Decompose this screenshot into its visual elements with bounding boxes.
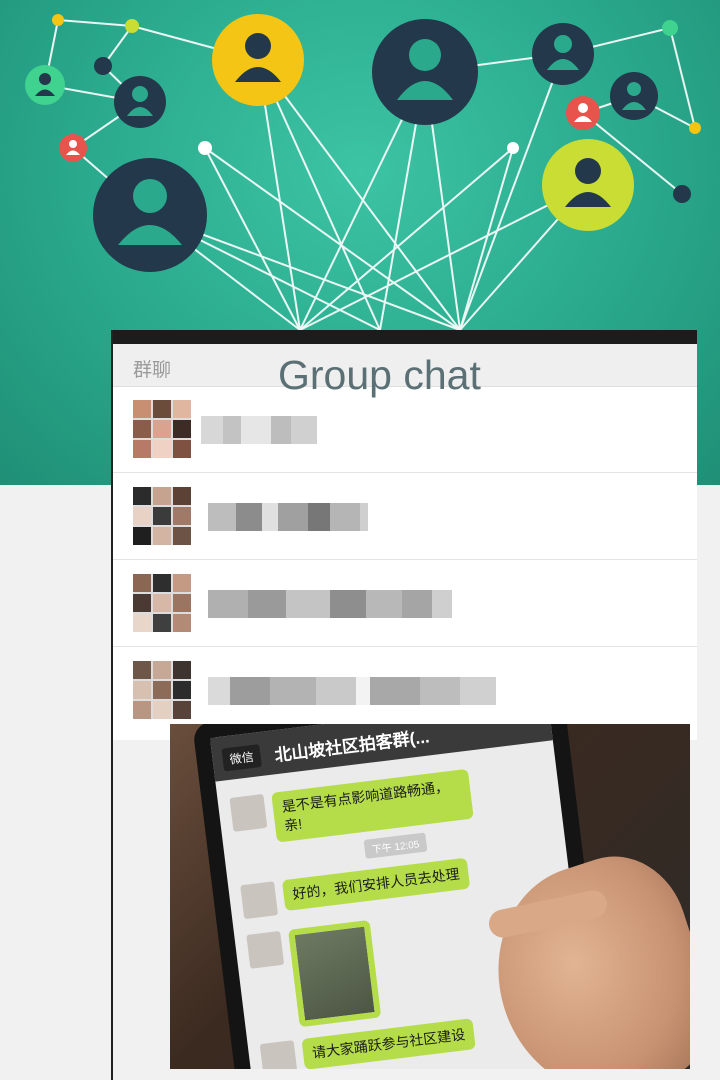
user-node-large-navy	[93, 158, 207, 272]
image-message	[287, 919, 382, 1028]
group-row[interactable]	[113, 647, 697, 733]
chat-name: 北山坡社区拍客群(...	[273, 727, 431, 766]
group-avatar	[133, 574, 191, 632]
message-row	[246, 919, 382, 1032]
user-node-yellow	[212, 14, 304, 106]
user-node-center-navy	[372, 19, 478, 125]
blurred-group-name	[208, 677, 496, 705]
user-node-small-navy	[114, 76, 166, 128]
avatar	[246, 930, 285, 969]
phone-photo: 微信 北山坡社区拍客群(... 是不是有点影响道路畅通，亲! 下午 12:05 …	[170, 724, 690, 1069]
timestamp: 下午 12:05	[363, 832, 428, 859]
user-node-navy-right	[532, 23, 594, 85]
avatar	[229, 793, 268, 832]
avatar	[259, 1040, 298, 1069]
group-row[interactable]	[113, 473, 697, 560]
group-avatar	[133, 661, 191, 719]
status-bar	[113, 330, 697, 344]
back-button[interactable]: 微信	[221, 744, 262, 772]
user-node-navy-far-right	[610, 72, 658, 120]
blurred-group-name	[208, 503, 368, 531]
group-row[interactable]	[113, 560, 697, 647]
group-chat-title: Group chat	[278, 352, 481, 398]
group-row[interactable]	[113, 386, 697, 473]
message-bubble: 是不是有点影响道路畅通，亲!	[271, 768, 474, 843]
message-bubble: 请大家踊跃参与社区建设	[301, 1018, 476, 1069]
avatar	[240, 881, 279, 920]
group-avatar	[133, 400, 191, 458]
blurred-group-name	[201, 416, 317, 444]
header-label: 群聊	[133, 360, 172, 381]
message-row: 是不是有点影响道路畅通，亲!	[229, 768, 474, 848]
frame-edge	[111, 740, 113, 1080]
user-node-lime	[542, 139, 634, 231]
message-bubble: 好的，我们安排人员去处理	[281, 857, 471, 912]
phone-chat-header: 微信 北山坡社区拍客群(...	[210, 724, 553, 782]
message-row: 好的，我们安排人员去处理	[240, 857, 471, 920]
blurred-group-name	[208, 590, 452, 618]
group-avatar	[133, 487, 191, 545]
